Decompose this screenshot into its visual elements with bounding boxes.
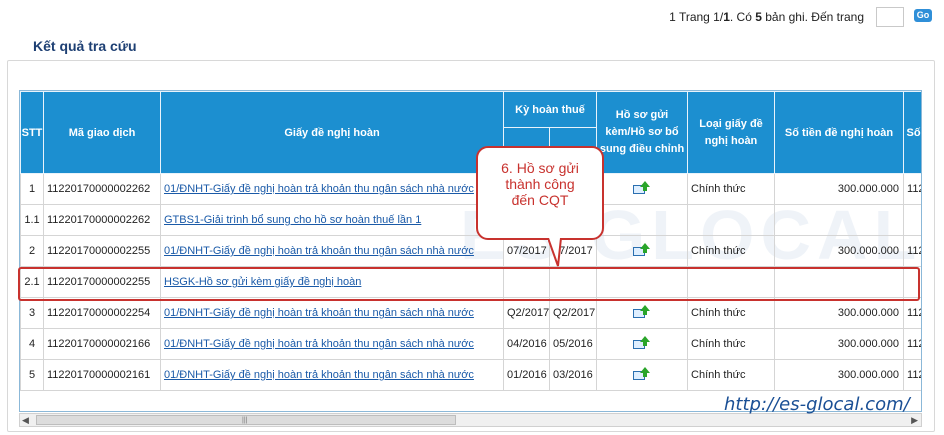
stt-cell: 2	[20, 235, 44, 267]
stt-cell: 3	[20, 297, 44, 329]
so-next-cell: 112	[903, 297, 921, 329]
so-tien-cell	[774, 204, 905, 236]
site-url-watermark: http://es-glocal.com/	[724, 394, 910, 415]
table-row: 5 11220170000002161 01/ĐNHT-Giấy đề nghị h…	[20, 359, 921, 391]
ma-giao-dich-cell: 11220170000002262	[43, 204, 161, 236]
loai-giay-cell: Chính thức	[687, 359, 776, 391]
table-row: 3 11220170000002254 01/ĐNHT-Giấy đề nghị h…	[20, 297, 921, 329]
pager-record-count: 5	[755, 10, 762, 24]
stt-cell: 1	[20, 173, 44, 205]
results-table: STT Mã giao dịch Giấy đề nghị hoàn Kỳ ho…	[20, 91, 921, 391]
so-next-cell: 112	[903, 328, 921, 360]
ky-tu-cell: 04/2016	[503, 328, 550, 360]
so-next-cell: 112	[903, 235, 921, 267]
go-button[interactable]: Go	[914, 9, 932, 22]
table-row: 4 11220170000002166 01/ĐNHT-Giấy đề nghị h…	[20, 328, 921, 360]
ma-giao-dich-cell: 11220170000002166	[43, 328, 161, 360]
col-header-so-next: Số	[903, 91, 921, 174]
callout-bubble: 6. Hồ sơ gửi thành công đến CQT	[476, 146, 604, 240]
stt-cell: 5	[20, 359, 44, 391]
request-link[interactable]: 01/ĐNHT-Giấy đề nghị hoàn trả khoản thu …	[164, 183, 474, 195]
so-next-cell: 112	[903, 359, 921, 391]
top-bar: 1 Trang 1/1. Có 5 bản ghi. Đến trang Go	[0, 0, 944, 38]
ky-tu-cell: 01/2016	[503, 359, 550, 391]
col-header-so-tien: Số tiền đề nghị hoàn	[774, 91, 905, 174]
table-row: 1.1 11220170000002262 GTBS1-Giải trình bổ …	[20, 204, 921, 236]
loai-giay-cell: Chính thức	[687, 328, 776, 360]
so-tien-cell: 300.000.000	[774, 297, 905, 329]
callout-tail	[548, 238, 562, 267]
upload-arrow-icon[interactable]	[633, 180, 651, 195]
grip-icon: |||	[242, 417, 248, 424]
callout-line-1: 6. Hồ sơ gửi	[501, 160, 579, 176]
pager-text: 1 Trang 1/1. Có 5 bản ghi. Đến trang	[669, 10, 864, 24]
ky-den-cell: Q2/2017	[548, 297, 598, 329]
ho-so-gui-cell	[596, 297, 689, 329]
results-table-container: STT Mã giao dịch Giấy đề nghị hoàn Kỳ ho…	[19, 90, 922, 412]
pager-total-pages: 1	[723, 10, 730, 24]
col-header-giay-de-nghi: Giấy đề nghị hoàn	[160, 91, 504, 174]
stt-cell: 1.1	[20, 204, 44, 236]
col-header-ky-hoan-thue: Kỳ hoàn thuế	[502, 91, 598, 128]
col-header-ma-giao-dich: Mã giao dịch	[43, 91, 161, 174]
loai-giay-cell: Chính thức	[687, 173, 776, 205]
arrow-right-icon[interactable]: ▶	[911, 415, 918, 426]
table-row: 2 11220170000002255 01/ĐNHT-Giấy đề nghị h…	[20, 235, 921, 267]
col-header-stt: STT	[20, 91, 44, 174]
giay-de-nghi-cell: 01/ĐNHT-Giấy đề nghị hoàn trả khoản thu …	[160, 235, 504, 267]
request-link[interactable]: 01/ĐNHT-Giấy đề nghị hoàn trả khoản thu …	[164, 369, 474, 381]
ky-den-cell: 05/2016	[548, 328, 598, 360]
giay-de-nghi-cell: GTBS1-Giải trình bổ sung cho hồ sơ hoàn …	[160, 204, 504, 236]
loai-giay-cell	[687, 204, 776, 236]
ky-den-cell: 03/2016	[548, 359, 598, 391]
page-title: Kết quả tra cứu	[33, 38, 137, 54]
pager-prefix: 1 Trang 1/	[669, 10, 724, 24]
so-next-cell	[903, 204, 921, 236]
so-next-cell: 112	[903, 173, 921, 205]
upload-arrow-icon[interactable]	[633, 242, 651, 257]
callout-line-3: đến CQT	[511, 192, 569, 208]
so-tien-cell: 300.000.000	[774, 173, 905, 205]
so-tien-cell: 300.000.000	[774, 328, 905, 360]
table-row: 1 11220170000002262 01/ĐNHT-Giấy đề nghị h…	[20, 173, 921, 205]
goto-page-input[interactable]	[876, 7, 904, 27]
request-link[interactable]: GTBS1-Giải trình bổ sung cho hồ sơ hoàn …	[164, 214, 421, 226]
upload-arrow-icon[interactable]	[633, 304, 651, 319]
col-header-loai-giay: Loại giấy đề nghị hoàn	[687, 91, 776, 174]
loai-giay-cell: Chính thức	[687, 297, 776, 329]
col-header-ho-so-gui: Hồ sơ gửi kèm/Hồ sơ bổ sung điều chỉnh	[596, 91, 689, 174]
callout-line-2: thành công	[505, 176, 575, 192]
ma-giao-dich-cell: 11220170000002161	[43, 359, 161, 391]
ky-tu-cell: Q2/2017	[503, 297, 550, 329]
giay-de-nghi-cell: 01/ĐNHT-Giấy đề nghị hoàn trả khoản thu …	[160, 173, 504, 205]
stt-cell: 4	[20, 328, 44, 360]
ma-giao-dich-cell: 11220170000002254	[43, 297, 161, 329]
loai-giay-cell: Chính thức	[687, 235, 776, 267]
ho-so-gui-cell	[596, 235, 689, 267]
ho-so-gui-cell	[596, 359, 689, 391]
giay-de-nghi-cell: 01/ĐNHT-Giấy đề nghị hoàn trả khoản thu …	[160, 297, 504, 329]
ky-tu-cell: 07/2017	[503, 235, 550, 267]
so-tien-cell: 300.000.000	[774, 359, 905, 391]
ho-so-gui-cell	[596, 204, 689, 236]
so-tien-cell: 300.000.000	[774, 235, 905, 267]
ma-giao-dich-cell: 11220170000002255	[43, 235, 161, 267]
pager-suffix: bản ghi. Đến trang	[761, 10, 864, 24]
upload-arrow-icon[interactable]	[633, 335, 651, 350]
giay-de-nghi-cell: 01/ĐNHT-Giấy đề nghị hoàn trả khoản thu …	[160, 359, 504, 391]
arrow-left-icon[interactable]: ◀	[22, 415, 29, 426]
request-link[interactable]: 01/ĐNHT-Giấy đề nghị hoàn trả khoản thu …	[164, 245, 474, 257]
upload-arrow-icon[interactable]	[633, 366, 651, 381]
giay-de-nghi-cell: 01/ĐNHT-Giấy đề nghị hoàn trả khoản thu …	[160, 328, 504, 360]
request-link[interactable]: 01/ĐNHT-Giấy đề nghị hoàn trả khoản thu …	[164, 338, 474, 350]
pager-mid: . Có	[729, 10, 756, 24]
ho-so-gui-cell	[596, 328, 689, 360]
request-link[interactable]: 01/ĐNHT-Giấy đề nghị hoàn trả khoản thu …	[164, 307, 474, 319]
horizontal-scrollbar[interactable]: ◀ ||| ▶	[19, 413, 922, 427]
ho-so-gui-cell	[596, 173, 689, 205]
highlight-row-frame	[18, 267, 920, 301]
ma-giao-dich-cell: 11220170000002262	[43, 173, 161, 205]
scrollbar-thumb[interactable]: |||	[36, 415, 456, 425]
